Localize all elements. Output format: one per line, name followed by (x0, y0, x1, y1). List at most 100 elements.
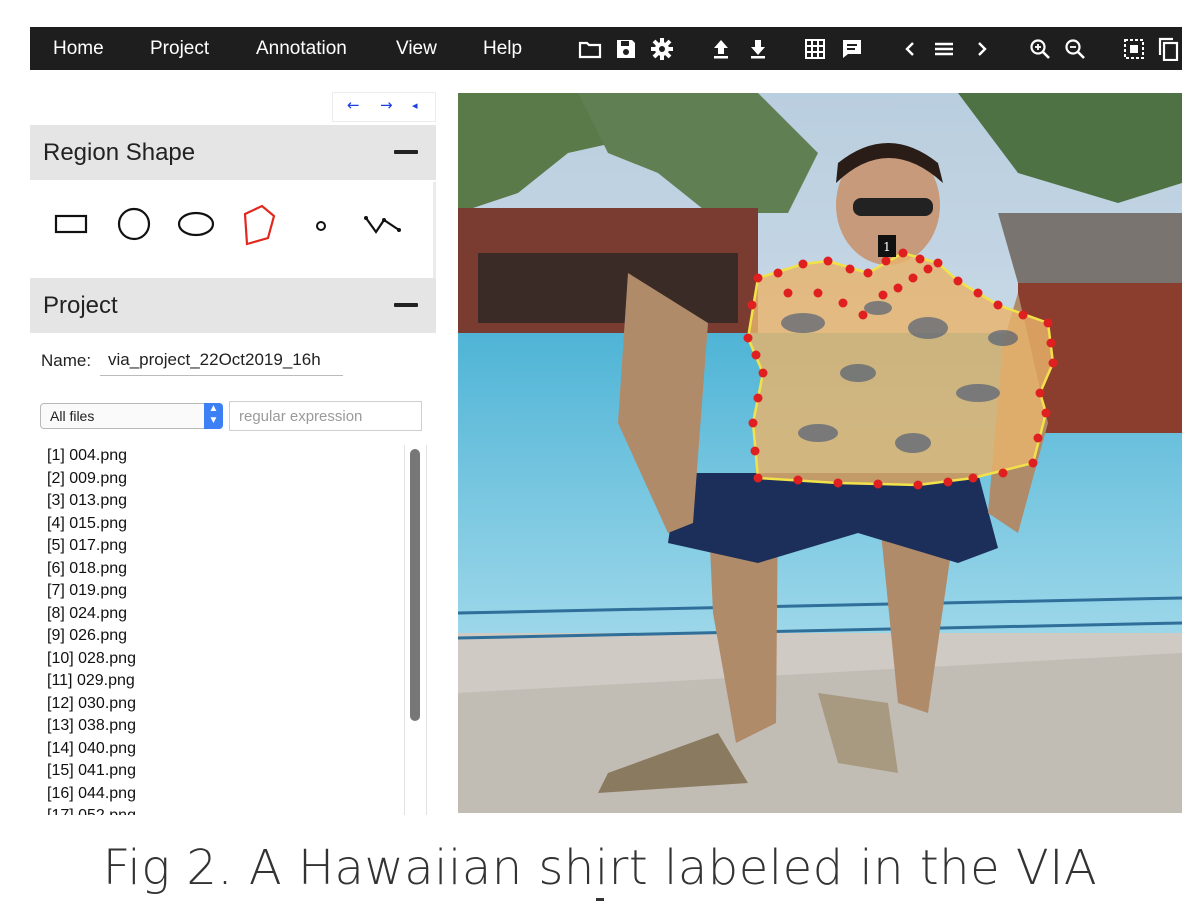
file-list-item[interactable]: [6] 018.png (47, 558, 402, 581)
copy-icon[interactable] (1156, 37, 1180, 61)
file-list-item[interactable]: [3] 013.png (47, 490, 402, 513)
polygon-vertex-handle[interactable] (783, 288, 793, 298)
polygon-vertex-handle[interactable] (793, 475, 803, 485)
polygon-vertex-handle[interactable] (823, 256, 833, 266)
file-list-item[interactable]: [5] 017.png (47, 535, 402, 558)
file-filter-select[interactable]: All files ▲ ▼ (40, 403, 223, 429)
polygon-vertex-handle[interactable] (893, 283, 903, 293)
polygon-vertex-handle[interactable] (968, 473, 978, 483)
polygon-vertex-handle[interactable] (773, 268, 783, 278)
polygon-vertex-handle[interactable] (943, 477, 953, 487)
ellipse-shape-icon[interactable] (174, 202, 218, 246)
file-list-item[interactable]: [12] 030.png (47, 693, 402, 716)
folder-open-icon[interactable] (578, 37, 602, 61)
polygon-vertex-handle[interactable] (873, 479, 883, 489)
polygon-vertex-handle[interactable] (743, 333, 753, 343)
file-list-item[interactable]: [2] 009.png (47, 468, 402, 491)
save-icon[interactable] (614, 37, 638, 61)
polygon-vertex-handle[interactable] (953, 276, 963, 286)
polygon-vertex-handle[interactable] (998, 468, 1008, 478)
download-icon[interactable] (746, 37, 770, 61)
collapse-minus-icon[interactable] (394, 303, 418, 307)
polygon-vertex-handle[interactable] (913, 480, 923, 490)
polygon-vertex-handle[interactable] (833, 478, 843, 488)
polygon-vertex-handle[interactable] (845, 264, 855, 274)
polyline-shape-icon[interactable] (361, 202, 405, 246)
point-shape-icon[interactable] (299, 202, 343, 246)
file-list-item[interactable]: [4] 015.png (47, 513, 402, 536)
list-icon[interactable] (932, 37, 956, 61)
polygon-vertex-handle[interactable] (1048, 358, 1058, 368)
select-updown-icon: ▲ ▼ (204, 403, 223, 429)
file-list-item[interactable]: [8] 024.png (47, 603, 402, 626)
menu-home[interactable]: Home (53, 27, 104, 70)
file-list-item[interactable]: [16] 044.png (47, 783, 402, 806)
polygon-vertex-handle[interactable] (1018, 310, 1028, 320)
arrow-right-icon[interactable]: → (380, 96, 393, 114)
polygon-vertex-handle[interactable] (993, 300, 1003, 310)
polygon-vertex-handle[interactable] (1043, 318, 1053, 328)
polygon-vertex-handle[interactable] (915, 254, 925, 264)
menu-annotation[interactable]: Annotation (256, 27, 347, 70)
chevron-left-icon[interactable] (898, 37, 922, 61)
grid-icon[interactable] (803, 37, 827, 61)
menu-project[interactable]: Project (150, 27, 209, 70)
polygon-vertex-handle[interactable] (813, 288, 823, 298)
polygon-vertex-handle[interactable] (750, 446, 760, 456)
chevron-right-icon[interactable] (970, 37, 994, 61)
polygon-vertex-handle[interactable] (1033, 433, 1043, 443)
polygon-vertex-handle[interactable] (838, 298, 848, 308)
polygon-vertex-handle[interactable] (753, 473, 763, 483)
polygon-vertex-handle[interactable] (1041, 408, 1051, 418)
project-header[interactable]: Project (30, 278, 436, 333)
polygon-vertex-handle[interactable] (747, 300, 757, 310)
file-list-item[interactable]: [7] 019.png (47, 580, 402, 603)
file-list-item[interactable]: [1] 004.png (47, 445, 402, 468)
file-list-item[interactable]: [14] 040.png (47, 738, 402, 761)
menu-help[interactable]: Help (483, 27, 522, 70)
polygon-vertex-handle[interactable] (933, 258, 943, 268)
arrow-left-icon[interactable]: ← (347, 96, 360, 114)
polygon-vertex-handle[interactable] (863, 268, 873, 278)
region-shape-header[interactable]: Region Shape (30, 125, 436, 180)
comment-icon[interactable] (840, 37, 864, 61)
zoom-out-icon[interactable] (1063, 37, 1087, 61)
circle-shape-icon[interactable] (112, 202, 156, 246)
triangle-left-icon[interactable]: ◂ (412, 99, 418, 112)
polygon-vertex-handle[interactable] (758, 368, 768, 378)
file-list-item[interactable]: [9] 026.png (47, 625, 402, 648)
polygon-vertex-handle[interactable] (753, 273, 763, 283)
polygon-vertex-handle[interactable] (751, 350, 761, 360)
polygon-vertex-handle[interactable] (973, 288, 983, 298)
polygon-vertex-handle[interactable] (898, 248, 908, 258)
scrollbar-thumb[interactable] (410, 449, 420, 721)
polygon-vertex-handle[interactable] (798, 259, 808, 269)
file-list-item[interactable]: [17] 052.png (47, 805, 402, 815)
regex-filter-input[interactable] (229, 401, 422, 431)
polygon-vertex-handle[interactable] (908, 273, 918, 283)
polygon-vertex-handle[interactable] (858, 310, 868, 320)
zoom-in-icon[interactable] (1028, 37, 1052, 61)
polygon-vertex-handle[interactable] (878, 290, 888, 300)
polygon-vertex-handle[interactable] (753, 393, 763, 403)
annotation-canvas[interactable]: 1 (458, 93, 1182, 813)
select-all-icon[interactable] (1122, 37, 1146, 61)
file-list-item[interactable]: [11] 029.png (47, 670, 402, 693)
polygon-vertex-handle[interactable] (923, 264, 933, 274)
upload-icon[interactable] (709, 37, 733, 61)
polygon-vertex-handle[interactable] (1035, 388, 1045, 398)
rectangle-shape-icon[interactable] (49, 202, 93, 246)
polygon-vertex-handle[interactable] (881, 256, 891, 266)
file-list-scrollbar[interactable] (404, 445, 427, 815)
menu-view[interactable]: View (396, 27, 437, 70)
file-list-item[interactable]: [13] 038.png (47, 715, 402, 738)
polygon-vertex-handle[interactable] (1046, 338, 1056, 348)
project-name-field[interactable] (100, 344, 343, 376)
file-list-item[interactable]: [15] 041.png (47, 760, 402, 783)
file-list-item[interactable]: [10] 028.png (47, 648, 402, 671)
polygon-vertex-handle[interactable] (1028, 458, 1038, 468)
polygon-vertex-handle[interactable] (748, 418, 758, 428)
polygon-shape-icon[interactable] (236, 202, 280, 246)
gear-icon[interactable] (650, 37, 674, 61)
collapse-minus-icon[interactable] (394, 150, 418, 154)
